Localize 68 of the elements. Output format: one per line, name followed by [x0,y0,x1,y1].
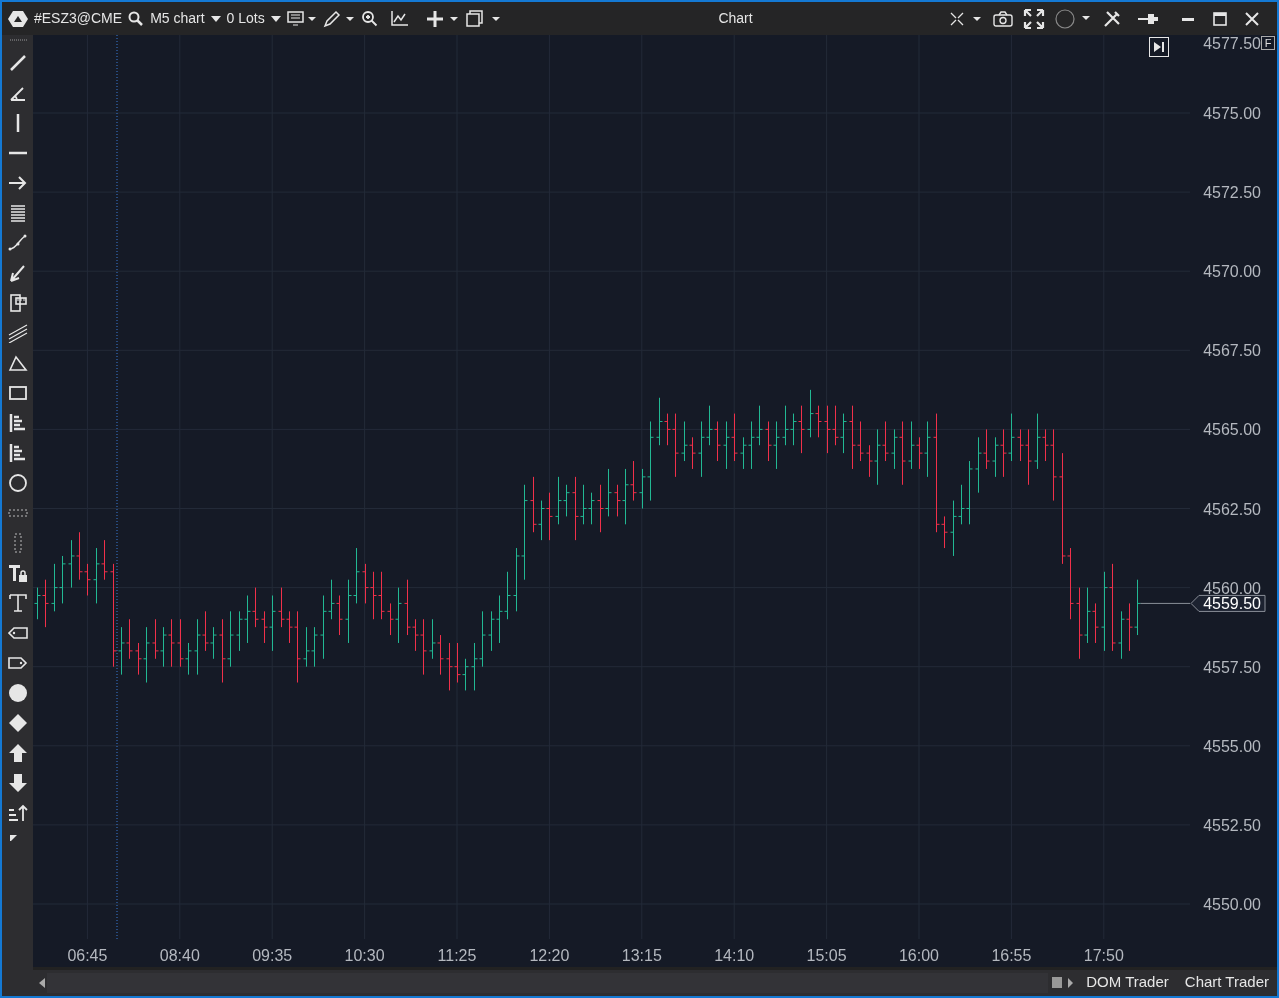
scroll-to-end-button[interactable] [1149,37,1169,57]
sort-icon[interactable] [7,803,28,823]
circle-icon[interactable] [1055,8,1093,29]
text-tool-icon[interactable] [7,593,28,613]
skip-to-end-icon [1153,41,1165,53]
panel-tab[interactable]: DOM Trader [1086,971,1169,994]
grip-icon[interactable] [7,37,28,43]
search-icon[interactable] [128,10,145,27]
time-axis-label: 08:40 [159,947,200,964]
camera-icon[interactable] [993,10,1013,27]
caret-icon [210,15,221,22]
arrow-up-icon[interactable] [7,743,28,763]
pin-icon[interactable] [1137,11,1159,26]
time-axis-label: 17:50 [1083,947,1124,964]
price-axis-label: 4570.00 [1203,263,1261,281]
time-axis-label: 14:10 [714,947,755,964]
zoom-in-icon[interactable] [360,10,378,27]
parallel-lines-icon[interactable] [7,323,28,343]
arrow-down-icon[interactable] [7,773,28,793]
time-axis-label: 09:35 [252,947,293,964]
filled-circle-icon[interactable] [7,683,28,703]
price-axis-label: 4550.00 [1203,896,1261,913]
fullscreen-icon[interactable] [1023,7,1045,30]
line-chart-icon[interactable] [389,10,410,27]
window-icon[interactable] [465,9,502,28]
price-axis-label: 4577.50 [1203,35,1261,52]
price-axis-label: 4575.00 [1203,105,1261,122]
time-axis-label: 11:25 [437,947,477,964]
price-axis-label: 4555.00 [1203,737,1261,755]
scroll-right-icon[interactable] [1066,976,1075,989]
time-axis-label: 12:20 [529,947,570,964]
price-axis-label: 4552.50 [1203,816,1261,834]
collapse-arrows-icon[interactable] [949,10,983,27]
text-lock-icon[interactable] [7,563,28,583]
time-axis-label: 06:45 [67,947,108,964]
scroll-thumb[interactable] [1052,977,1063,988]
time-axis-label: 16:00 [899,947,939,964]
time-axis-label: 16:55 [991,947,1032,964]
last-price-line [1139,602,1191,604]
triangle-tool-icon[interactable] [7,353,28,373]
monitor-icon[interactable] [286,10,317,27]
tools-icon[interactable] [1103,9,1121,28]
pen-arrow-icon[interactable] [7,263,28,283]
plus-icon[interactable] [425,9,460,28]
panel-tab[interactable]: Chart Trader [1184,971,1269,994]
app-logo-icon[interactable] [8,8,28,29]
lots-dropdown[interactable]: 0 Lots [226,8,281,29]
diamond-icon[interactable] [7,713,28,733]
timeframe-dropdown[interactable]: M5 chart [150,8,221,29]
corner-label[interactable]: F [1261,36,1275,50]
price-axis-label: 4567.50 [1203,342,1261,360]
window-title: Chart [718,9,753,28]
time-axis-label: 15:05 [806,947,847,964]
price-axis-label: 4572.50 [1203,184,1261,202]
time-axis-label: 13:15 [621,947,662,964]
price-axis-label: 4562.50 [1203,500,1261,518]
ruler-icon[interactable] [7,293,28,313]
time-axis-label: 10:30 [344,947,385,964]
last-price-label: 4559.50 [1190,594,1266,613]
price-axis-label: 4565.00 [1203,421,1261,439]
pencil-icon[interactable] [322,9,355,28]
curve-tool-icon[interactable] [7,233,28,253]
circle-tool-icon[interactable] [7,473,28,493]
price-axis-label: 4560.00 [1203,579,1261,597]
symbol-label[interactable]: #ESZ3@CME [34,8,123,29]
price-axis-label: 4557.50 [1203,658,1261,676]
rectangle-tool-icon[interactable] [7,383,28,403]
caret-icon [270,15,281,22]
